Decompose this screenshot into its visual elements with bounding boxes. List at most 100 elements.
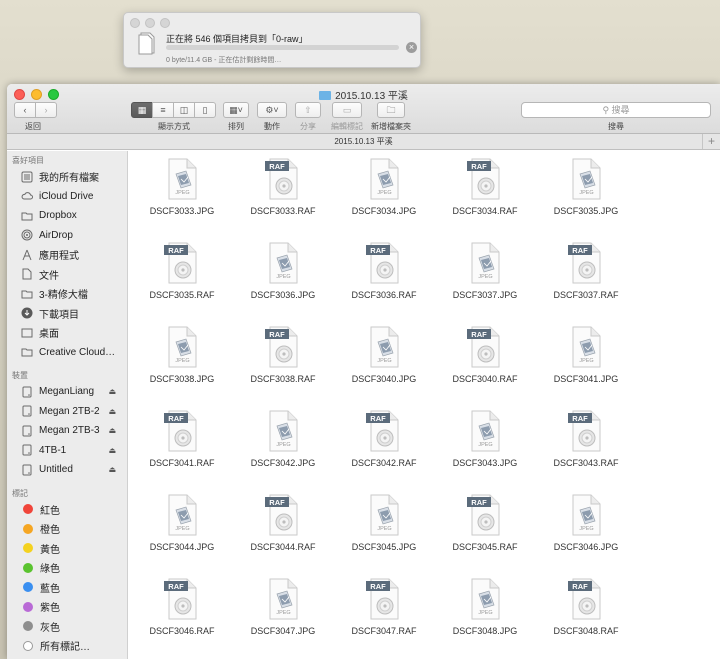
edit-tags-button[interactable]: ▭ bbox=[332, 102, 362, 118]
file-item[interactable]: RAF DSCF3045.RAF bbox=[434, 487, 536, 571]
sidebar-item-tag[interactable]: 紅色 bbox=[7, 500, 127, 520]
window-title-text: 2015.10.13 平溪 bbox=[335, 91, 408, 102]
file-item[interactable]: RAF DSCF3040.RAF bbox=[434, 319, 536, 403]
close-button[interactable] bbox=[130, 18, 140, 28]
sidebar-item-favorite[interactable]: 桌面 bbox=[7, 323, 127, 343]
file-item[interactable]: JPEG DSCF3035.JPG bbox=[535, 151, 637, 235]
all-tags-icon bbox=[23, 640, 33, 651]
eject-icon[interactable]: ⏏ bbox=[108, 465, 116, 474]
sidebar-item-tag[interactable]: 綠色 bbox=[7, 558, 127, 578]
eject-icon[interactable]: ⏏ bbox=[108, 426, 116, 435]
sidebar-item-favorite[interactable]: iCloud Drive bbox=[7, 187, 127, 207]
file-item[interactable]: JPEG DSCF3038.JPG bbox=[131, 319, 233, 403]
sidebar-item-device[interactable]: MeganLiang ⏏ bbox=[7, 382, 127, 402]
sidebar-item-tag[interactable]: 橙色 bbox=[7, 519, 127, 539]
sidebar-item-tag[interactable]: 紫色 bbox=[7, 597, 127, 617]
file-item[interactable]: RAF DSCF3047.RAF bbox=[333, 571, 435, 655]
file-item[interactable]: JPEG DSCF3044.JPG bbox=[131, 487, 233, 571]
jpeg-file-icon: JPEG bbox=[164, 156, 200, 202]
svg-text:RAF: RAF bbox=[370, 414, 386, 423]
sidebar-item-favorite[interactable]: AirDrop bbox=[7, 226, 127, 246]
eject-icon[interactable]: ⏏ bbox=[108, 446, 116, 455]
sidebar-item-favorite[interactable]: 我的所有檔案 bbox=[7, 167, 127, 187]
arrange-button[interactable]: ▦˅ bbox=[223, 102, 249, 118]
file-item[interactable]: JPEG DSCF3041.JPG bbox=[535, 319, 637, 403]
raf-file-icon: RAF bbox=[467, 324, 503, 370]
sidebar-item-favorite[interactable]: 3-精修大檔 bbox=[7, 284, 127, 304]
column-view-button[interactable]: ◫ bbox=[173, 102, 195, 118]
file-item[interactable]: RAF DSCF3041.RAF bbox=[131, 403, 233, 487]
file-item[interactable]: JPEG DSCF3046.JPG bbox=[535, 487, 637, 571]
share-button[interactable]: ⇧ bbox=[295, 102, 321, 118]
file-item[interactable]: RAF DSCF3037.RAF bbox=[535, 235, 637, 319]
file-item[interactable]: RAF DSCF3033.RAF bbox=[232, 151, 334, 235]
file-item[interactable]: RAF DSCF3044.RAF bbox=[232, 487, 334, 571]
sidebar-item-device[interactable]: 4TB-1 ⏏ bbox=[7, 441, 127, 461]
sidebar-item-tag[interactable]: 藍色 bbox=[7, 578, 127, 598]
file-item[interactable]: RAF DSCF3038.RAF bbox=[232, 319, 334, 403]
action-label: 動作 bbox=[264, 122, 280, 131]
file-item[interactable]: JPEG DSCF3034.JPG bbox=[333, 151, 435, 235]
search-input[interactable]: ⚲ 搜尋 bbox=[521, 102, 711, 118]
sidebar-item-device[interactable]: Megan 2TB-2 ⏏ bbox=[7, 402, 127, 422]
sidebar-item-device[interactable]: Untitled ⏏ bbox=[7, 460, 127, 480]
sidebar-item-favorite[interactable]: Creative Cloud… bbox=[7, 343, 127, 363]
drive-icon bbox=[21, 464, 33, 476]
file-item[interactable]: JPEG DSCF3037.JPG bbox=[434, 235, 536, 319]
file-name: DSCF3042.JPG bbox=[250, 458, 316, 468]
file-item[interactable]: RAF DSCF3043.RAF bbox=[535, 403, 637, 487]
file-item[interactable]: JPEG DSCF3033.JPG bbox=[131, 151, 233, 235]
file-name: DSCF3048.RAF bbox=[553, 626, 619, 636]
file-item[interactable]: RAF DSCF3048.RAF bbox=[535, 571, 637, 655]
tags-header: 標記 bbox=[12, 488, 28, 498]
sidebar-item-favorite[interactable]: 下載項目 bbox=[7, 304, 127, 324]
file-item[interactable]: JPEG DSCF3042.JPG bbox=[232, 403, 334, 487]
file-item[interactable]: RAF DSCF3046.RAF bbox=[131, 571, 233, 655]
forward-button[interactable]: › bbox=[35, 102, 57, 118]
sidebar-item-tag[interactable]: 黃色 bbox=[7, 539, 127, 559]
sidebar-item-device[interactable]: Megan 2TB-3 ⏏ bbox=[7, 421, 127, 441]
copy-status: 0 byte/11.4 GB - 正在估計剩餘時間… bbox=[166, 57, 282, 64]
new-folder-button[interactable]: 🗀 bbox=[377, 102, 405, 118]
action-button[interactable]: ⚙˅ bbox=[257, 102, 287, 118]
minimize-button[interactable] bbox=[145, 18, 155, 28]
file-item[interactable]: JPEG DSCF3036.JPG bbox=[232, 235, 334, 319]
gear-icon: ⚙˅ bbox=[265, 105, 279, 115]
sidebar-item-label: MeganLiang bbox=[39, 386, 95, 398]
file-item[interactable]: RAF DSCF3042.RAF bbox=[333, 403, 435, 487]
raf-file-icon: RAF bbox=[265, 492, 301, 538]
sidebar-item-all-tags[interactable]: 所有標記… bbox=[7, 636, 127, 656]
coverflow-view-button[interactable]: ▯ bbox=[194, 102, 216, 118]
raf-file-icon: RAF bbox=[265, 156, 301, 202]
file-item[interactable]: RAF DSCF3034.RAF bbox=[434, 151, 536, 235]
sidebar-item-favorite[interactable]: 應用程式 bbox=[7, 245, 127, 265]
icon-view-button[interactable]: ▦ bbox=[131, 102, 153, 118]
tab-title[interactable]: 2015.10.13 平溪 bbox=[334, 137, 392, 146]
cloud-icon bbox=[21, 190, 33, 202]
sidebar-item-favorite[interactable]: 文件 bbox=[7, 265, 127, 285]
file-item[interactable]: JPEG DSCF3043.JPG bbox=[434, 403, 536, 487]
file-item[interactable]: JPEG DSCF3045.JPG bbox=[333, 487, 435, 571]
sidebar-item-favorite[interactable]: Dropbox bbox=[7, 206, 127, 226]
cancel-copy-button[interactable]: × bbox=[406, 42, 417, 53]
file-item[interactable]: JPEG DSCF3048.JPG bbox=[434, 571, 536, 655]
file-item[interactable]: RAF DSCF3035.RAF bbox=[131, 235, 233, 319]
zoom-button[interactable] bbox=[160, 18, 170, 28]
file-name: DSCF3037.JPG bbox=[452, 290, 518, 300]
sidebar-item-label: 4TB-1 bbox=[39, 444, 67, 456]
back-button[interactable]: ‹ bbox=[14, 102, 36, 118]
tag-color-dot bbox=[23, 543, 33, 554]
raf-file-icon: RAF bbox=[164, 240, 200, 286]
document-icon bbox=[21, 268, 33, 280]
list-view-button[interactable]: ≡ bbox=[152, 102, 174, 118]
eject-icon[interactable]: ⏏ bbox=[108, 407, 116, 416]
new-tab-button[interactable]: + bbox=[702, 134, 720, 149]
file-item[interactable]: JPEG DSCF3040.JPG bbox=[333, 319, 435, 403]
file-item[interactable]: RAF DSCF3036.RAF bbox=[333, 235, 435, 319]
sidebar-item-label: Creative Cloud… bbox=[39, 346, 116, 358]
sidebar-item-label: 紅色 bbox=[40, 505, 60, 517]
svg-text:RAF: RAF bbox=[168, 414, 184, 423]
sidebar-item-tag[interactable]: 灰色 bbox=[7, 617, 127, 637]
eject-icon[interactable]: ⏏ bbox=[108, 387, 116, 396]
file-item[interactable]: JPEG DSCF3047.JPG bbox=[232, 571, 334, 655]
